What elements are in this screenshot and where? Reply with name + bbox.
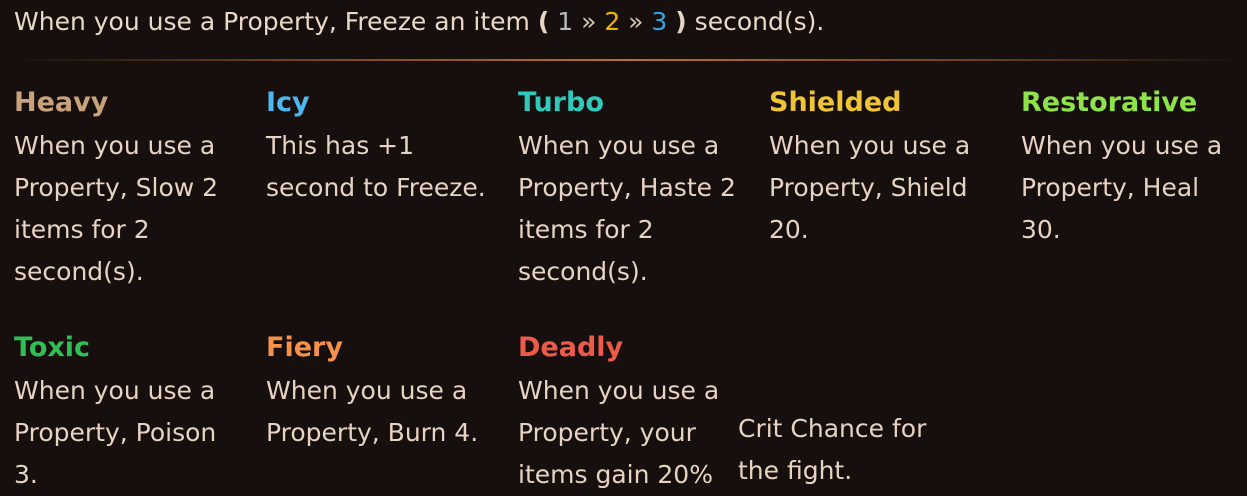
enchant-restorative: Restorative When you use a Property, Hea… [1021,85,1243,251]
enchant-toxic: Toxic When you use a Property, Poison 3. [14,330,246,496]
tier-open-paren: ( [537,7,550,36]
effect-text-prefix: When you use a Property, Freeze an item [14,7,530,36]
deadly-description-continued: Crit Chance for the fight. [738,414,927,485]
enchant-description: When you use a Property, Slow 2 items fo… [14,131,219,286]
enchant-name: Restorative [1021,87,1198,118]
enchant-name: Fiery [266,332,343,363]
enchant-name: Toxic [14,332,91,363]
enchant-fiery: Fiery When you use a Property, Burn 4. [266,330,498,454]
tier-value-2: 2 [604,7,621,36]
enchant-description: When you use a Property, Shield 20. [769,131,971,244]
tier-close-paren: ) [675,7,687,36]
enchant-icy: Icy This has +1 second to Freeze. [266,85,498,209]
enchant-description: When you use a Property, Haste 2 items f… [518,131,736,286]
section-divider [14,59,1241,61]
enchant-description: When you use a Property, your items gain… [518,376,720,489]
effect-text-suffix: second(s). [694,7,825,36]
enchant-description: When you use a Property, Burn 4. [266,376,479,447]
enchant-description: When you use a Property, Poison 3. [14,376,217,489]
tier-separator: » [628,7,644,36]
enchant-turbo: Turbo When you use a Property, Haste 2 i… [518,85,750,293]
enchant-description: This has +1 second to Freeze. [266,131,486,202]
tier-value-1: 1 [557,7,574,36]
effect-summary: When you use a Property, Freeze an item … [14,4,824,40]
enchant-deadly: Deadly When you use a Property, your ite… [518,330,733,496]
enchant-shielded: Shielded When you use a Property, Shield… [769,85,1001,251]
tier-value-3: 3 [651,7,668,36]
enchant-heavy: Heavy When you use a Property, Slow 2 it… [14,85,246,293]
enchant-name: Icy [266,87,310,118]
enchant-name: Shielded [769,87,902,118]
enchant-description: When you use a Property, Heal 30. [1021,131,1223,244]
enchant-name: Deadly [518,332,624,363]
enchant-name: Turbo [518,87,604,118]
enchant-name: Heavy [14,87,109,118]
tier-separator: » [581,7,597,36]
